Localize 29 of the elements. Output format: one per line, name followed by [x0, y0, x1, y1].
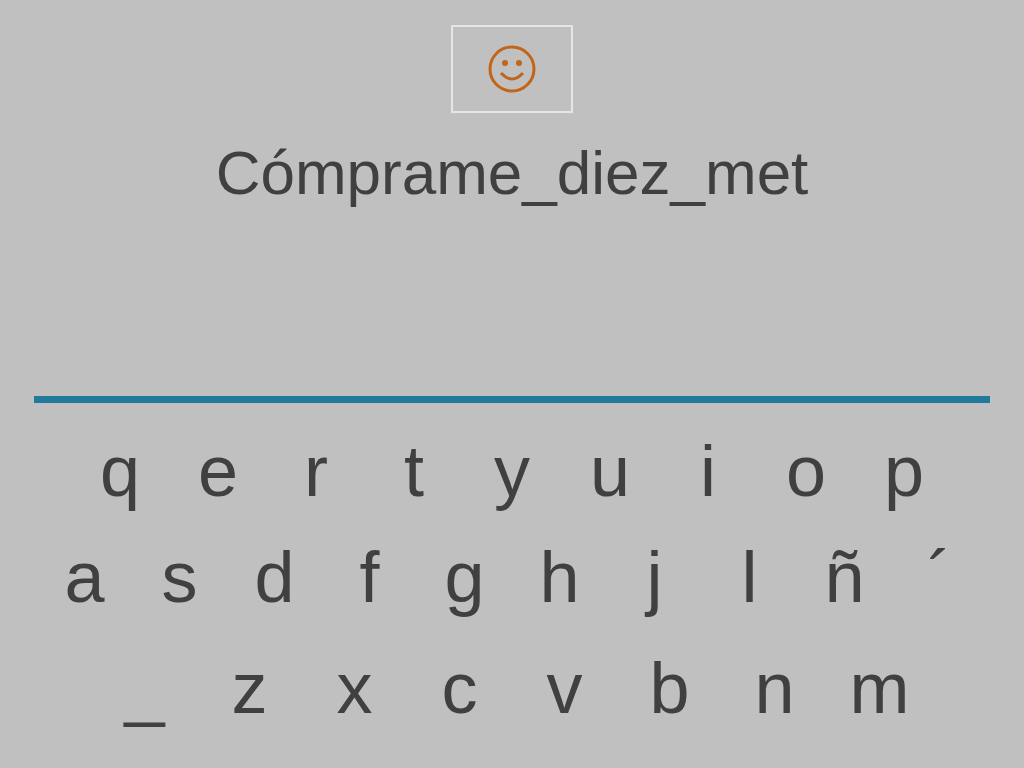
letter-key[interactable]: m [827, 645, 932, 730]
letter-key[interactable]: t [365, 429, 463, 513]
letter-key[interactable]: v [512, 645, 617, 730]
letter-key[interactable]: i [659, 429, 757, 513]
word-text: Cómprame_diez_met [215, 137, 809, 209]
letter-key[interactable]: p [855, 429, 953, 513]
letter-key[interactable]: e [169, 429, 267, 513]
letter-key[interactable]: z [197, 645, 302, 730]
letter-key[interactable]: f [322, 534, 417, 619]
letter-key[interactable]: l [702, 534, 797, 619]
smiley-icon [487, 44, 537, 94]
letter-key[interactable]: s [132, 534, 227, 619]
letter-key[interactable]: u [561, 429, 659, 513]
letter-key[interactable]: _ [92, 645, 197, 730]
letter-key[interactable]: n [722, 645, 827, 730]
letter-key[interactable]: o [757, 429, 855, 513]
letter-key[interactable]: y [463, 429, 561, 513]
letter-key[interactable]: c [407, 645, 512, 730]
letter-key[interactable]: j [607, 534, 702, 619]
letter-key[interactable]: ñ [797, 534, 892, 619]
letter-key[interactable]: r [267, 429, 365, 513]
letter-key[interactable]: d [227, 534, 322, 619]
letter-key[interactable]: h [512, 534, 607, 619]
letter-key[interactable]: g [417, 534, 512, 619]
letter-key[interactable]: b [617, 645, 722, 730]
letter-key[interactable]: ´ [892, 534, 987, 619]
letter-key[interactable]: a [37, 534, 132, 619]
letter-key[interactable]: x [302, 645, 407, 730]
letter-key[interactable]: q [71, 429, 169, 513]
